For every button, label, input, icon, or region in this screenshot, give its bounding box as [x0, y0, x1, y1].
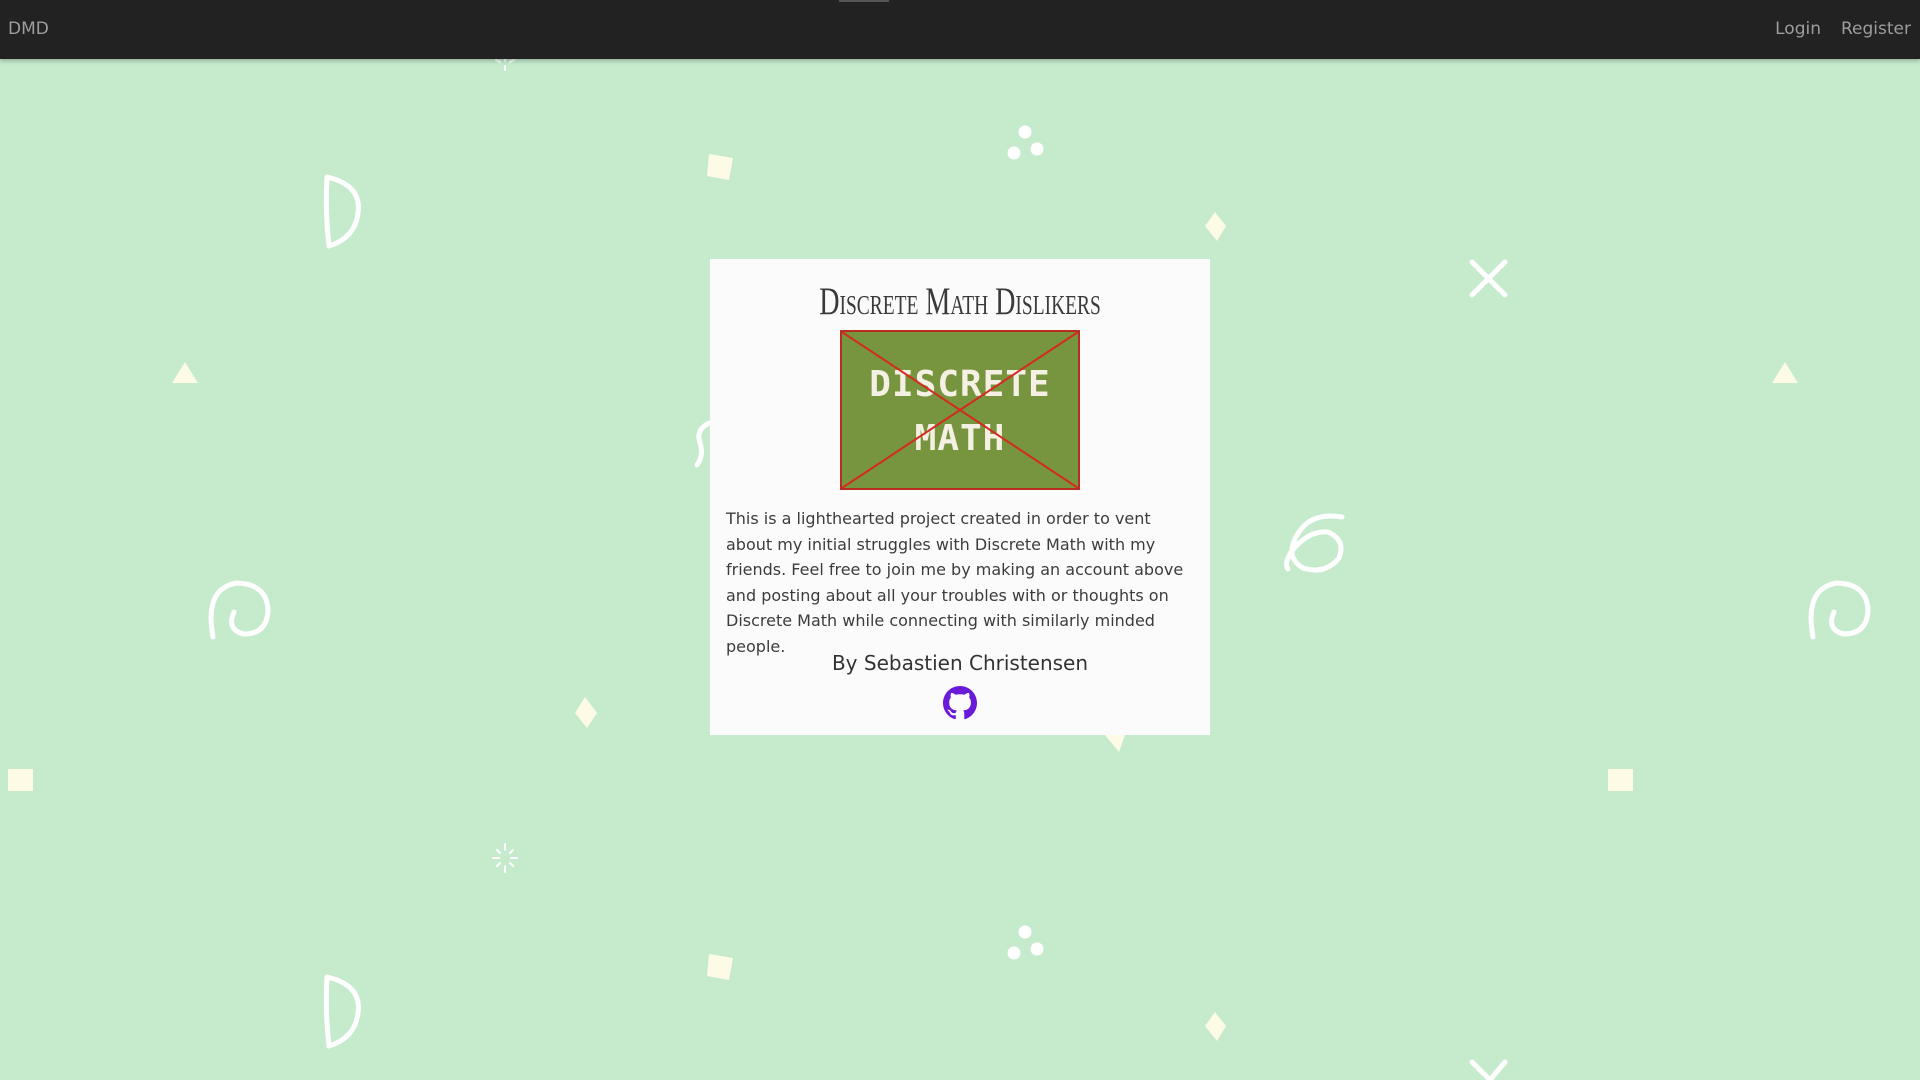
swirl-doodle: [1284, 513, 1345, 573]
dot-doodle: [1030, 942, 1044, 956]
cross-doodle: [1469, 259, 1508, 298]
intro-card: Discrete Math Dislikers DISCRETE MATH Th…: [710, 259, 1210, 735]
triangle-doodle: [172, 362, 198, 383]
half-moon-doodle: [323, 174, 361, 249]
register-link[interactable]: Register: [1841, 19, 1911, 39]
github-icon: [943, 686, 977, 720]
cross-doodle: [1469, 1059, 1508, 1080]
spiral-doodle: [208, 580, 271, 640]
discrete-math-logo: DISCRETE MATH: [840, 330, 1080, 490]
dot-doodle: [1018, 125, 1032, 139]
github-link[interactable]: [943, 686, 977, 720]
dot-doodle: [1007, 146, 1021, 160]
dot-doodle: [1018, 925, 1032, 939]
square-doodle: [1608, 769, 1633, 791]
navbar: DMD Login Register: [0, 0, 1920, 59]
spiral-doodle: [1808, 580, 1871, 640]
dot-doodle: [1007, 946, 1021, 960]
nav-indicator: [839, 0, 889, 2]
brand-link[interactable]: DMD: [8, 19, 49, 39]
triangle-doodle: [1105, 732, 1126, 752]
cross-out-icon: [842, 332, 1078, 488]
square-doodle: [8, 769, 33, 791]
diamond-doodle: [1205, 212, 1226, 241]
dot-doodle: [1030, 142, 1044, 156]
triangle-doodle: [1772, 362, 1798, 383]
page-title: Discrete Math Dislikers: [819, 280, 1101, 323]
half-moon-doodle: [323, 974, 361, 1049]
square-doodle: [707, 154, 733, 180]
sparkle-doodle: [492, 843, 518, 873]
project-description: This is a lighthearted project created i…: [726, 509, 1184, 656]
diamond-doodle: [575, 697, 597, 728]
diamond-doodle: [1205, 1012, 1226, 1041]
square-doodle: [707, 954, 733, 980]
login-link[interactable]: Login: [1775, 19, 1821, 39]
nav-links: Login Register: [1775, 19, 1911, 39]
author-credit: By Sebastien Christensen: [831, 651, 1089, 675]
